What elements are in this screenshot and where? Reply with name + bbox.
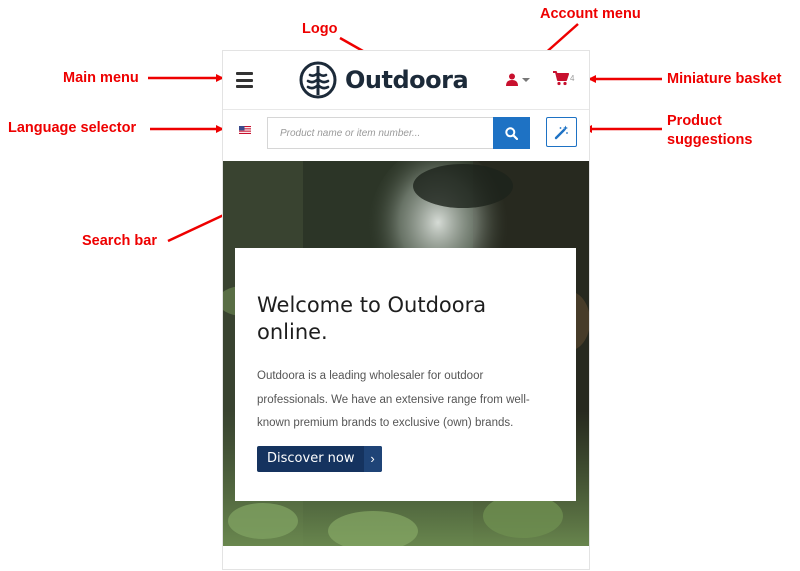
- hero-title: Welcome to Outdoora online.: [257, 293, 487, 345]
- discover-now-label: Discover now: [267, 451, 355, 466]
- logo-text: Outdoora: [345, 66, 469, 94]
- annotation-search-bar: Search bar: [82, 233, 157, 249]
- account-menu[interactable]: [506, 73, 530, 86]
- hero-description: Outdoora is a leading wholesaler for out…: [257, 370, 530, 429]
- us-flag-icon[interactable]: [239, 126, 251, 134]
- hamburger-menu-icon[interactable]: [236, 72, 253, 88]
- annotation-product-suggestions-line2: suggestions: [667, 132, 753, 148]
- site-header: Outdoora 4: [223, 51, 589, 110]
- user-icon: [506, 73, 518, 86]
- basket-count: 4: [570, 74, 575, 83]
- hero-banner: Welcome to Outdoora online. Outdoora is …: [223, 161, 589, 546]
- product-suggestions-button[interactable]: [546, 117, 577, 147]
- shopping-cart-icon: [553, 71, 569, 86]
- discover-now-button[interactable]: Discover now ›: [257, 446, 382, 472]
- search-button[interactable]: [493, 117, 530, 149]
- annotation-main-menu: Main menu: [63, 70, 139, 86]
- caret-down-icon: [522, 77, 530, 82]
- search-icon: [505, 126, 518, 140]
- chevron-right-icon: ›: [363, 446, 382, 472]
- annotation-product-suggestions-line1: Product: [667, 113, 722, 129]
- annotation-miniature-basket: Miniature basket: [667, 71, 782, 87]
- annotation-language-selector: Language selector: [8, 120, 137, 136]
- annotation-account-menu: Account menu: [540, 6, 641, 22]
- welcome-card: Welcome to Outdoora online. Outdoora is …: [235, 248, 576, 501]
- logo[interactable]: Outdoora: [299, 56, 469, 104]
- magic-wand-icon: [554, 125, 568, 139]
- annotation-logo: Logo: [302, 21, 338, 37]
- miniature-basket[interactable]: 4: [553, 71, 574, 86]
- search-input[interactable]: [267, 117, 493, 149]
- mobile-viewport: Outdoora 4 Product name or item number..…: [222, 50, 590, 570]
- tree-logo-icon: [299, 61, 337, 99]
